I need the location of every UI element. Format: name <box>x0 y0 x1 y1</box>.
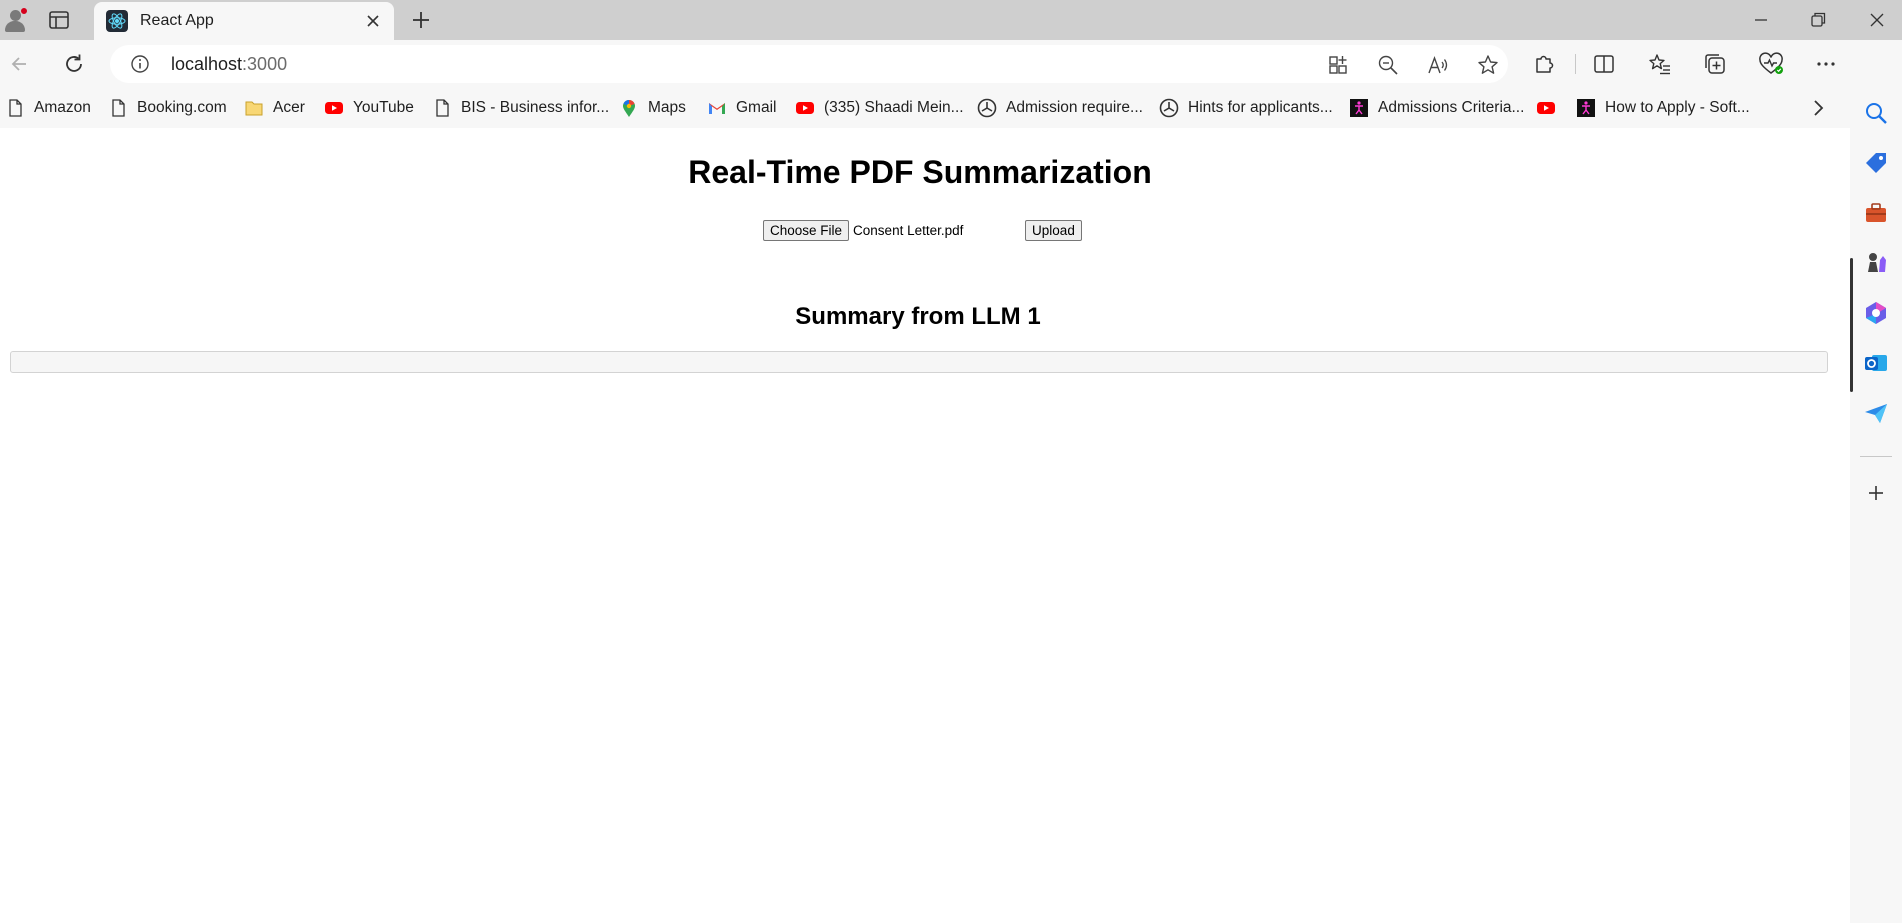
university-icon <box>1159 98 1179 118</box>
favorite-acer-folder[interactable]: Acer <box>244 96 305 120</box>
page-icon <box>112 99 125 117</box>
new-tab-plus-icon[interactable] <box>408 7 434 33</box>
url-text[interactable]: localhost:3000 <box>171 54 287 75</box>
favorite-booking[interactable]: Booking.com <box>108 96 227 120</box>
tab-actions-icon[interactable] <box>48 10 70 30</box>
favorite-label: Booking.com <box>137 99 227 116</box>
favorite-label: YouTube <box>353 99 414 116</box>
site-info-icon[interactable] <box>130 54 150 74</box>
navigation-toolbar: localhost:3000 <box>0 40 1902 88</box>
url-host: localhost <box>171 54 243 74</box>
zoom-out-icon[interactable] <box>1376 53 1400 77</box>
favorite-label: (335) Shaadi Mein... <box>824 99 964 116</box>
refresh-icon[interactable] <box>60 50 88 78</box>
favorite-label: Maps <box>648 99 686 116</box>
youtube-icon <box>1537 102 1555 114</box>
favorite-label: Amazon <box>34 99 91 116</box>
toolbar-divider <box>1575 54 1576 74</box>
add-sidebar-app-plus-icon[interactable] <box>1863 480 1889 506</box>
summary-output-box <box>10 351 1828 373</box>
favorite-amazon[interactable]: Amazon <box>5 96 91 120</box>
favorite-label: Gmail <box>736 99 777 116</box>
favorite-hints-for-applicants[interactable]: Hints for applicants... <box>1159 96 1333 120</box>
close-window-icon[interactable] <box>1862 6 1892 34</box>
accessibility-icon <box>1577 99 1595 117</box>
selected-file-name: Consent Letter.pdf <box>853 222 964 238</box>
youtube-icon <box>325 102 343 114</box>
browser-tab-active[interactable]: React App <box>94 2 394 40</box>
file-upload-form: Choose File Consent Letter.pdf Upload <box>763 219 1082 241</box>
web-page: Real-Time PDF Summarization Choose File … <box>0 128 1850 923</box>
favorite-admission-requirements[interactable]: Admission require... <box>977 96 1143 120</box>
favorite-maps[interactable]: Maps <box>619 96 686 120</box>
search-icon[interactable] <box>1863 100 1889 126</box>
favorite-admissions-criteria[interactable]: Admissions Criteria... <box>1349 96 1524 120</box>
collections-icon[interactable] <box>1701 50 1729 78</box>
youtube-icon <box>796 102 814 114</box>
back-arrow-icon[interactable] <box>6 50 34 78</box>
app-available-icon[interactable] <box>1326 53 1350 77</box>
tools-briefcase-icon[interactable] <box>1863 200 1889 226</box>
favorite-gmail[interactable]: Gmail <box>707 96 776 120</box>
tab-title: React App <box>140 12 214 29</box>
shopping-tag-icon[interactable] <box>1863 150 1889 176</box>
favorite-label: How to Apply - Soft... <box>1605 99 1750 116</box>
favorites-list-icon[interactable] <box>1646 50 1674 78</box>
favorite-youtube-video[interactable] <box>1536 96 1565 120</box>
restore-icon[interactable] <box>1803 6 1833 34</box>
favorite-label: Admissions Criteria... <box>1378 99 1525 116</box>
edge-sidebar <box>1850 40 1902 923</box>
tab-strip: React App <box>0 0 1902 40</box>
summary-heading: Summary from LLM 1 <box>795 303 1041 330</box>
favorite-star-icon[interactable] <box>1476 53 1500 77</box>
favorite-label: Admission require... <box>1006 99 1143 116</box>
notification-dot <box>20 7 28 15</box>
page-icon <box>9 99 22 117</box>
favorite-youtube[interactable]: YouTube <box>324 96 414 120</box>
drop-send-icon[interactable] <box>1863 400 1889 426</box>
favorite-label: Acer <box>273 99 305 116</box>
microsoft-365-icon[interactable] <box>1863 300 1889 326</box>
gmail-icon <box>709 103 725 114</box>
minimize-icon[interactable] <box>1746 6 1776 34</box>
read-aloud-icon[interactable] <box>1426 53 1450 77</box>
accessibility-icon <box>1350 99 1368 117</box>
favorite-label: BIS - Business infor... <box>461 99 610 116</box>
split-screen-icon[interactable] <box>1590 50 1618 78</box>
outlook-icon[interactable] <box>1863 350 1889 376</box>
favorite-shaadi-mein[interactable]: (335) Shaadi Mein... <box>795 96 964 120</box>
page-icon <box>436 99 449 117</box>
favorite-bis[interactable]: BIS - Business infor... <box>432 96 609 120</box>
extensions-puzzle-icon[interactable] <box>1530 50 1558 78</box>
favorite-how-to-apply[interactable]: How to Apply - Soft... <box>1576 96 1750 120</box>
maps-pin-icon <box>623 100 635 117</box>
favorites-bar: Amazon Booking.com Acer YouTube BIS - Bu… <box>0 88 1860 128</box>
sidebar-divider <box>1860 456 1892 457</box>
close-tab-icon[interactable] <box>362 10 384 32</box>
folder-icon <box>245 101 263 116</box>
favorite-label: Hints for applicants... <box>1188 99 1333 116</box>
scroll-indicator <box>1850 258 1853 392</box>
choose-file-button[interactable]: Choose File <box>763 219 850 241</box>
profile-avatar-icon[interactable] <box>2 7 28 33</box>
browser-essentials-icon[interactable] <box>1757 50 1785 78</box>
more-options-icon[interactable] <box>1812 50 1840 78</box>
upload-button[interactable]: Upload <box>1025 219 1082 241</box>
games-chess-icon[interactable] <box>1863 250 1889 276</box>
university-icon <box>977 98 997 118</box>
react-logo-icon <box>106 10 128 32</box>
chevron-right-icon[interactable] <box>1806 96 1830 120</box>
address-bar[interactable]: localhost:3000 <box>110 45 1508 83</box>
page-title: Real-Time PDF Summarization <box>688 154 1152 190</box>
url-port: :3000 <box>242 54 288 74</box>
